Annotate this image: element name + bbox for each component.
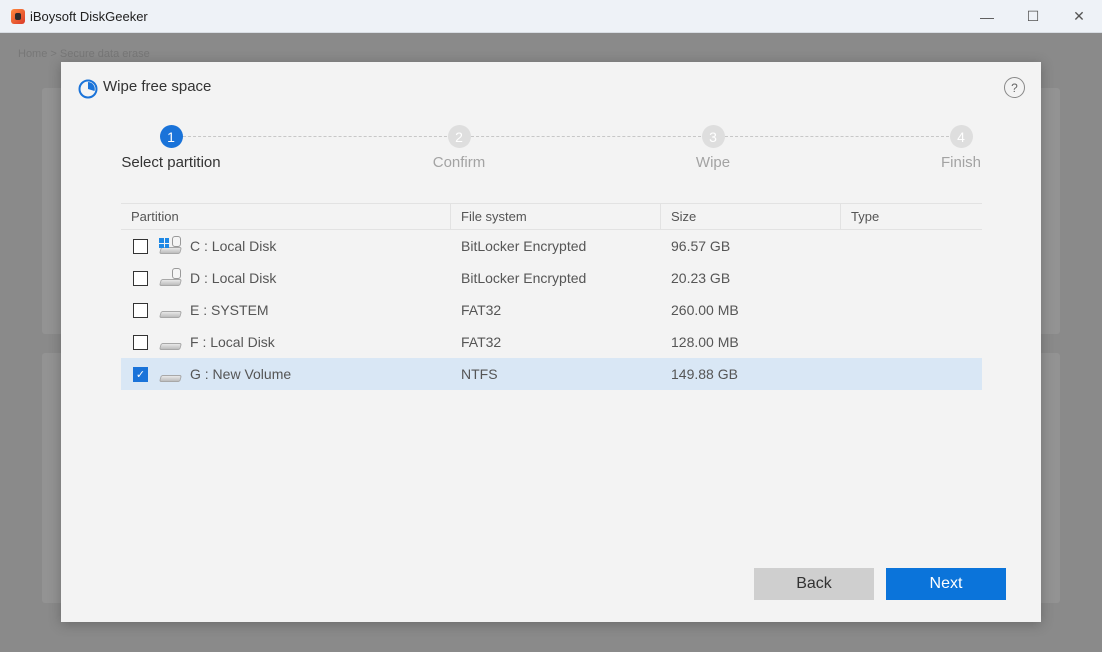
column-file-system[interactable]: File system: [451, 204, 661, 229]
disk-icon: [159, 332, 183, 352]
step-label: Wipe: [695, 154, 731, 171]
partition-checkbox[interactable]: [133, 334, 148, 350]
windows-locked-disk-icon: [159, 236, 183, 256]
wipe-free-space-dialog: Wipe free space ? 1 Select partition 2 C…: [61, 62, 1041, 622]
partition-checkbox[interactable]: [133, 238, 148, 254]
window-titlebar: iBoysoft DiskGeeker — ☐ ✕: [0, 0, 1102, 33]
table-row-selected[interactable]: ✓ G : New Volume NTFS 149.88 GB: [121, 358, 982, 390]
help-button[interactable]: ?: [1004, 77, 1025, 98]
wipe-icon: [78, 79, 98, 99]
table-header: Partition File system Size Type: [121, 203, 982, 230]
step-wipe: 3 Wipe: [633, 125, 793, 171]
partition-size: 260.00 MB: [671, 302, 739, 318]
step-label: Confirm: [432, 154, 486, 171]
back-button[interactable]: Back: [754, 568, 874, 600]
breadcrumb: Home > Secure data erase: [18, 48, 150, 60]
partition-name: C : Local Disk: [190, 238, 277, 254]
disk-icon: [159, 300, 183, 320]
file-system: BitLocker Encrypted: [461, 238, 587, 254]
step-confirm: 2 Confirm: [379, 125, 539, 171]
disk-icon: [159, 364, 183, 384]
step-number: 4: [949, 125, 973, 148]
partition-checkbox-checked[interactable]: ✓: [133, 366, 148, 382]
file-system: BitLocker Encrypted: [461, 270, 587, 286]
partition-table: Partition File system Size Type C : Loca…: [121, 203, 982, 390]
minimize-button[interactable]: —: [964, 0, 1010, 33]
maximize-button[interactable]: ☐: [1010, 0, 1056, 33]
partition-size: 149.88 GB: [671, 366, 738, 382]
step-label: Select partition: [121, 154, 221, 171]
partition-name: D : Local Disk: [190, 270, 277, 286]
partition-size: 96.57 GB: [671, 238, 731, 254]
step-number: 2: [447, 125, 471, 148]
column-partition[interactable]: Partition: [121, 204, 451, 229]
file-system: FAT32: [461, 334, 502, 350]
step-label: Finish: [940, 154, 981, 171]
app-title: iBoysoft DiskGeeker: [30, 9, 148, 24]
partition-checkbox[interactable]: [133, 270, 148, 286]
step-select-partition: 1 Select partition: [91, 125, 251, 171]
partition-checkbox[interactable]: [133, 302, 148, 318]
locked-disk-icon: [159, 268, 183, 288]
column-type[interactable]: Type: [841, 204, 982, 229]
step-number: 1: [159, 125, 183, 148]
table-row[interactable]: F : Local Disk FAT32 128.00 MB: [121, 326, 982, 358]
file-system: NTFS: [461, 366, 498, 382]
table-row[interactable]: E : SYSTEM FAT32 260.00 MB: [121, 294, 982, 326]
app-logo-icon: [11, 9, 25, 24]
column-size[interactable]: Size: [661, 204, 841, 229]
partition-name: G : New Volume: [190, 366, 292, 382]
step-number: 3: [701, 125, 725, 148]
file-system: FAT32: [461, 302, 502, 318]
table-row[interactable]: D : Local Disk BitLocker Encrypted 20.23…: [121, 262, 982, 294]
partition-size: 20.23 GB: [671, 270, 731, 286]
partition-name: E : SYSTEM: [190, 302, 269, 318]
step-finish: 4 Finish: [881, 125, 1041, 171]
table-row[interactable]: C : Local Disk BitLocker Encrypted 96.57…: [121, 230, 982, 262]
next-button[interactable]: Next: [886, 568, 1006, 600]
partition-name: F : Local Disk: [190, 334, 275, 350]
dialog-title: Wipe free space: [103, 78, 212, 95]
partition-size: 128.00 MB: [671, 334, 739, 350]
close-button[interactable]: ✕: [1056, 0, 1102, 33]
